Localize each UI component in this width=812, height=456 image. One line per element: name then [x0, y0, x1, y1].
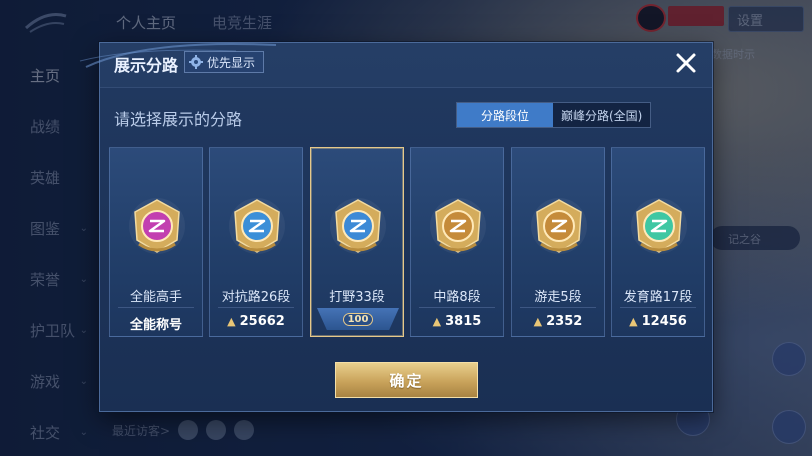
score-divider — [419, 307, 495, 308]
rank-badge: 100 — [342, 312, 374, 326]
dialog-body: 请选择展示的分路 分路段位 巅峰分路(全国) 全能高手 全能称号 对抗路26段 ▲ 25… — [100, 87, 712, 411]
lane-tab-group: 分路段位 巅峰分路(全国) — [456, 102, 652, 128]
lane-label: 游走5段 — [534, 290, 582, 305]
confirm-button[interactable]: 确定 — [335, 362, 478, 398]
priority-label: 优先显示 — [207, 55, 256, 70]
gear-icon — [189, 55, 203, 69]
lane-label: 中路8段 — [433, 290, 481, 305]
lane-card[interactable]: 全能高手 全能称号 — [109, 147, 203, 337]
allround-emblem-icon — [129, 198, 185, 254]
roam-emblem-icon — [531, 198, 587, 254]
close-icon — [676, 53, 696, 73]
lane-score-value: 3815 — [445, 314, 482, 329]
score-divider — [620, 307, 696, 308]
tab-lane-rank[interactable]: 分路段位 — [457, 103, 553, 127]
lane-card[interactable]: 游走5段 ▲ 2352 — [511, 147, 605, 337]
lane-card[interactable]: 对抗路26段 ▲ 25662 — [209, 147, 303, 337]
dialog-title: 展示分路 — [114, 56, 179, 75]
lane-score-value: 2352 — [546, 314, 583, 329]
mid-lane-emblem-icon — [430, 198, 486, 254]
farm-lane-emblem-icon — [631, 198, 687, 254]
clash-lane-emblem-icon — [229, 198, 285, 254]
score-up-icon: ▲ — [227, 315, 236, 328]
lane-score-value: 25662 — [239, 314, 285, 329]
lane-score-value: 12456 — [641, 314, 687, 329]
score-up-icon: ▲ — [629, 315, 638, 328]
lane-label: 发育路17段 — [623, 290, 693, 305]
lane-card[interactable]: 发育路17段 ▲ 12456 — [611, 147, 705, 337]
lane-label: 全能高手 — [129, 290, 182, 305]
score-up-icon: ▲ — [533, 315, 543, 328]
score-divider — [218, 307, 294, 308]
lane-label: 对抗路26段 — [221, 290, 291, 305]
tab-peak-lane[interactable]: 巅峰分路(全国) — [553, 103, 650, 127]
lane-score: ▲ 3815 — [411, 314, 503, 329]
jungle-emblem-icon — [330, 198, 386, 254]
lane-label: 打野33段 — [329, 290, 385, 305]
lane-score: 全能称号 — [110, 314, 202, 333]
lane-display-dialog: 展示分路 优先显示 请选择展示的分路 分路段位 巅峰分路(全国) 全能高手全能称… — [79, 42, 713, 412]
lane-card[interactable]: 中路8段 ▲ 3815 — [410, 147, 504, 337]
lane-score: ▲ 25662 — [210, 314, 302, 329]
select-lane-prompt: 请选择展示的分路 — [114, 110, 243, 129]
lane-score: ▲ 2352 — [512, 314, 604, 329]
lane-card-list: 全能高手 全能称号 对抗路26段 ▲ 25662 打野33段 100 中路8段 ▲ 3815 游走5… — [109, 147, 705, 337]
rank-ribbon: 100 — [317, 308, 399, 330]
lane-score-value: 全能称号 — [129, 318, 182, 333]
score-up-icon: ▲ — [432, 315, 442, 328]
score-divider — [118, 307, 194, 308]
priority-display-button[interactable]: 优先显示 — [184, 51, 265, 73]
lane-score: ▲ 12456 — [612, 314, 704, 329]
score-divider — [520, 307, 596, 308]
close-button[interactable] — [672, 49, 700, 77]
lane-card[interactable]: 打野33段 100 — [310, 147, 404, 337]
